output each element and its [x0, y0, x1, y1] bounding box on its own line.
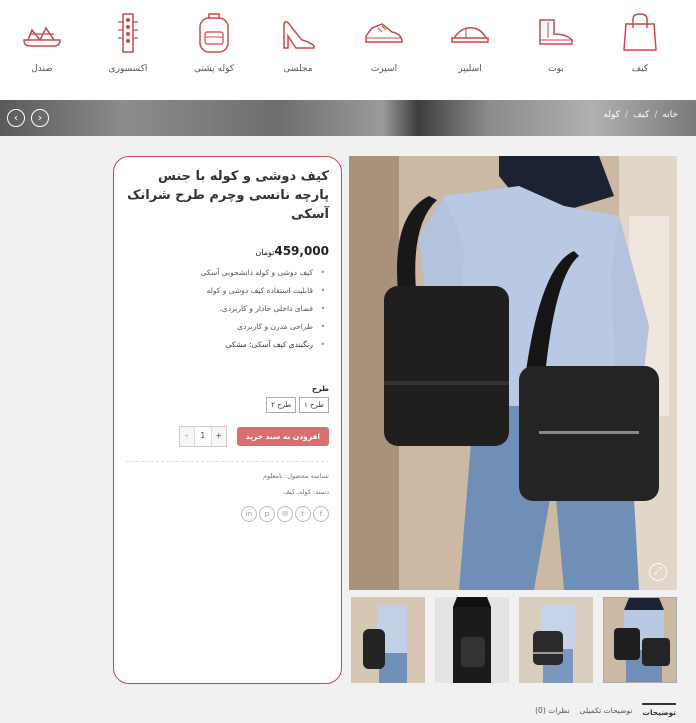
thumbnail-image [604, 598, 676, 682]
variant-label: طرح [311, 384, 329, 393]
product-photo [349, 156, 677, 590]
category-sandal[interactable]: صندل [2, 10, 82, 74]
variant-option[interactable]: طرح ۱ [299, 397, 329, 413]
high-heel-icon [283, 21, 315, 49]
price-value: 459,000 [274, 244, 329, 258]
category-bag[interactable]: کیف [600, 10, 680, 74]
quantity-input[interactable]: 1 [193, 427, 212, 446]
page-header-banner: خانه / کیف / کوله ‹ › [0, 100, 696, 136]
category-label: صندل [31, 64, 53, 74]
category-label: مجلسی [283, 64, 313, 74]
category-label: اسلیپر [458, 64, 482, 74]
quantity-stepper: + 1 - [178, 426, 227, 447]
breadcrumb-home[interactable]: خانه [662, 110, 678, 120]
handbag-icon [623, 13, 657, 51]
thumbnail-image [351, 597, 425, 683]
thumbnail[interactable] [519, 597, 593, 683]
category-label: بوت [548, 64, 564, 74]
thumbnail-strip [349, 597, 677, 683]
tab-description[interactable]: توضیحات [642, 703, 676, 717]
variant-selector: طرح ۱ طرح ۲ [126, 397, 329, 413]
feature-item: کیف دوشی و کوله دانشجویی آسکی [126, 264, 329, 282]
add-to-cart-button[interactable]: افزودن به سبد خرید [236, 427, 329, 446]
category-accessory[interactable]: اکسسوری [88, 10, 168, 74]
backpack-icon [199, 13, 229, 53]
thumbnail-image [435, 597, 509, 683]
product-nav-arrows: ‹ › [7, 109, 49, 127]
tab-reviews[interactable]: نظرات (0) [535, 703, 570, 717]
add-to-cart-row: افزودن به سبد خرید + 1 - [126, 426, 329, 447]
boot-icon [539, 19, 573, 45]
zoom-icon[interactable]: ⤢ [649, 563, 667, 581]
email-icon[interactable]: ✉ [277, 506, 293, 522]
thumbnail-image [519, 597, 593, 683]
breadcrumb: خانه / کیف / کوله [603, 110, 678, 120]
slipper-icon [451, 26, 489, 43]
feature-item: طراحی مدرن و کاربردی [126, 318, 329, 336]
tab-additional-info[interactable]: توضیحات تکمیلی [580, 703, 633, 717]
price-currency: تومان [255, 248, 275, 257]
share-buttons: f t ✉ p in [126, 506, 329, 522]
sandal-icon [23, 26, 61, 47]
twitter-icon[interactable]: t [295, 506, 311, 522]
pinterest-icon[interactable]: p [259, 506, 275, 522]
breadcrumb-separator: / [654, 110, 658, 120]
feature-list: کیف دوشی و کوله دانشجویی آسکی قابلیت است… [126, 264, 329, 354]
category-label: کوله پشتی [193, 64, 235, 74]
variant-option[interactable]: طرح ۲ [266, 397, 297, 413]
product-tabs: توضیحات توضیحات تکمیلی نظرات (0) [535, 703, 676, 717]
prev-product-button[interactable]: ‹ [7, 109, 25, 127]
breadcrumb-separator: / [624, 110, 628, 120]
product-meta: شناسه محصول: نامعلوم دسته: کوله, کیف [126, 461, 329, 500]
product-main-image[interactable]: ⤢ [349, 156, 677, 590]
category-label: اکسسوری [108, 64, 148, 74]
accessory-icon [118, 13, 138, 53]
category-slipper[interactable]: اسلیپر [430, 10, 510, 74]
product-category: دسته: کوله, کیف [283, 488, 329, 496]
thumbnail[interactable] [603, 597, 677, 683]
category-boot[interactable]: بوت [516, 10, 596, 74]
feature-item: قابلیت استفاده کیف دوشی و کوله [126, 282, 329, 300]
product-title: کیف دوشی و کوله با جنس پارچه نانسی وچرم … [127, 169, 329, 222]
thumbnail[interactable] [435, 597, 509, 683]
category-sport[interactable]: اسپرت [344, 10, 424, 74]
product-sku: شناسه محصول: نامعلوم [263, 472, 329, 480]
next-product-button[interactable]: › [31, 109, 49, 127]
facebook-icon[interactable]: f [313, 506, 329, 522]
category-nav: کیف بوت اسلیپر اسپرت مجلسی کوله پشتی اکس… [0, 0, 696, 100]
product-summary: کیف دوشی و کوله با جنس پارچه نانسی وچرم … [113, 156, 342, 684]
linkedin-icon[interactable]: in [241, 506, 257, 522]
qty-minus-button[interactable]: - [179, 427, 194, 446]
qty-plus-button[interactable]: + [211, 427, 226, 446]
thumbnail[interactable] [351, 597, 425, 683]
category-backpack[interactable]: کوله پشتی [174, 10, 254, 74]
sneaker-icon [365, 23, 403, 43]
breadcrumb-backpack: کوله [603, 110, 620, 120]
category-formal[interactable]: مجلسی [258, 10, 338, 74]
breadcrumb-bag[interactable]: کیف [633, 110, 649, 120]
category-label: اسپرت [370, 64, 398, 74]
feature-item: فضای داخلی جادار و کاربردی. [126, 300, 329, 318]
product-price: 459,000تومان [126, 244, 329, 258]
feature-item: رنگبندی کیف آسکی: مشکی [126, 336, 329, 354]
category-label: کیف [631, 64, 649, 74]
